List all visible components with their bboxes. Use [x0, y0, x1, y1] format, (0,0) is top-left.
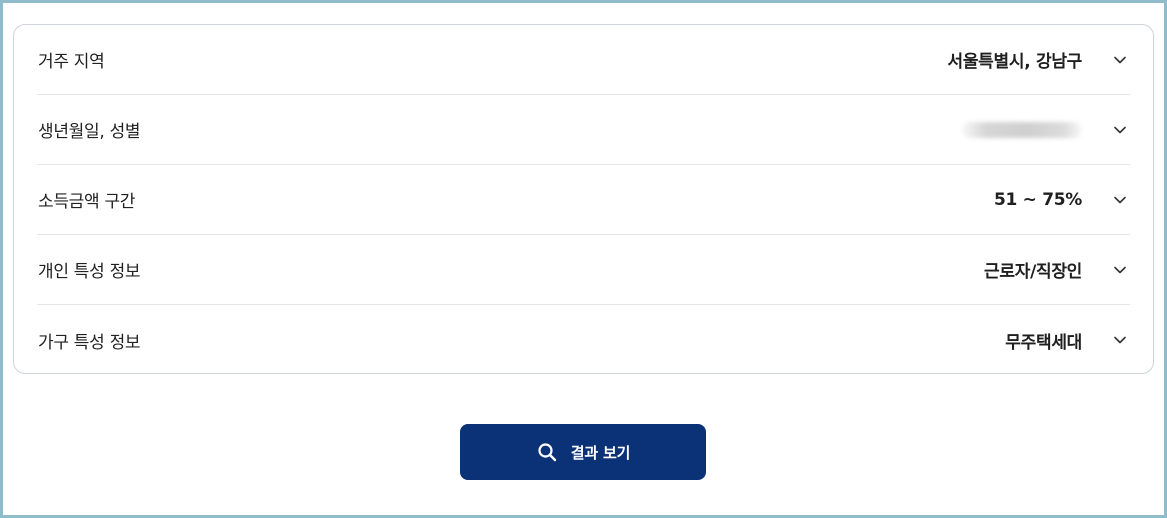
filter-label-residence: 거주 지역	[38, 52, 105, 72]
view-results-label: 결과 보기	[570, 443, 631, 462]
filter-value-residence: 서울특별시, 강남구	[947, 52, 1083, 72]
filter-row-birth-gender[interactable]: 생년월일, 성별	[37, 95, 1130, 165]
filter-value-income: 51 ~ 75%	[993, 189, 1082, 210]
filter-value-personal: 근로자/직장인	[984, 262, 1082, 282]
chevron-down-icon[interactable]	[1112, 52, 1128, 68]
filter-value-birth-gender-redacted	[962, 121, 1082, 138]
view-results-button[interactable]: 결과 보기	[460, 424, 706, 480]
search-icon	[536, 441, 558, 463]
filter-label-personal: 개인 특성 정보	[38, 262, 141, 282]
filter-label-household: 가구 특성 정보	[38, 332, 141, 353]
chevron-down-icon[interactable]	[1112, 262, 1128, 278]
chevron-down-icon[interactable]	[1112, 332, 1128, 348]
filter-row-household[interactable]: 가구 특성 정보 무주택세대	[37, 305, 1130, 375]
filter-card: 거주 지역 서울특별시, 강남구 생년월일, 성별 소득금액 구간 51 ~ 7…	[13, 24, 1154, 374]
filter-label-income: 소득금액 구간	[38, 192, 136, 212]
page-frame: 거주 지역 서울특별시, 강남구 생년월일, 성별 소득금액 구간 51 ~ 7…	[0, 0, 1167, 518]
filter-row-personal[interactable]: 개인 특성 정보 근로자/직장인	[37, 235, 1130, 305]
filter-row-income[interactable]: 소득금액 구간 51 ~ 75%	[37, 165, 1130, 235]
chevron-down-icon[interactable]	[1112, 192, 1128, 208]
filter-row-residence[interactable]: 거주 지역 서울특별시, 강남구	[37, 25, 1130, 95]
filter-label-birth-gender: 생년월일, 성별	[38, 122, 141, 142]
chevron-down-icon[interactable]	[1112, 122, 1128, 138]
filter-value-household: 무주택세대	[1005, 332, 1082, 353]
